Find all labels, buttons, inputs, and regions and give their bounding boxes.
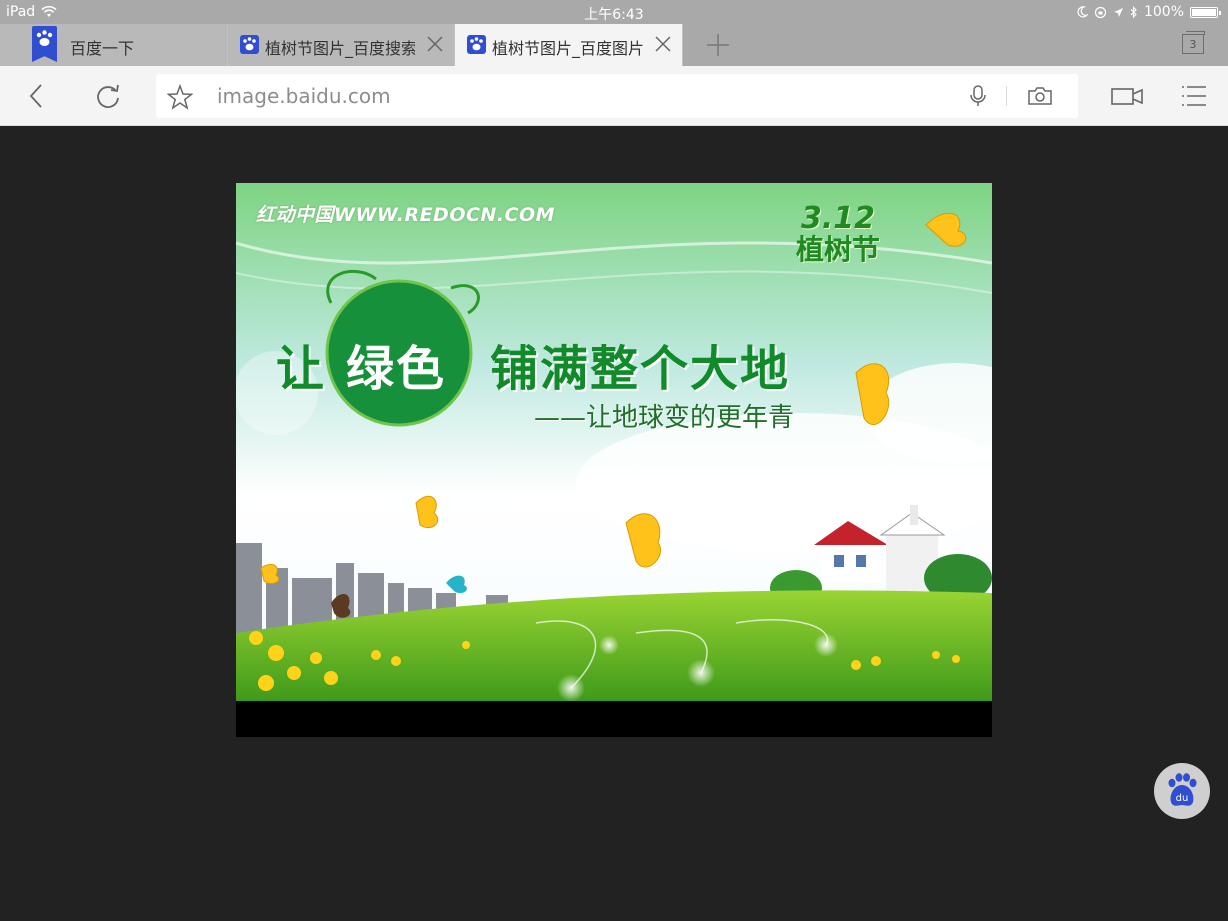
tab-baidu-home[interactable]: 百度一下 xyxy=(0,24,228,66)
orientation-lock-icon xyxy=(1094,6,1107,18)
reload-icon[interactable] xyxy=(94,82,122,110)
menu-icon[interactable] xyxy=(1180,82,1208,110)
headline-part-1: 让 xyxy=(276,341,327,397)
baidu-paw-icon xyxy=(240,35,259,54)
browser-toolbar xyxy=(0,66,1228,126)
tab-strip: 百度一下 植树节图片_百度搜索 植树节图片_百度图片 3 xyxy=(0,24,1228,66)
image-viewer[interactable]: 红动中国WWW.REDOCN.COM 3.12 植树节 让 绿色 铺满整个大地 … xyxy=(236,183,992,737)
bluetooth-icon xyxy=(1130,5,1137,18)
address-bar[interactable] xyxy=(156,74,1078,118)
status-bar: iPad 上午6:43 100% xyxy=(0,0,1228,24)
moon-icon xyxy=(1077,6,1088,18)
baidu-paw-icon xyxy=(467,35,486,54)
divider xyxy=(1006,86,1007,106)
battery-icon xyxy=(1190,6,1221,18)
camera-icon[interactable] xyxy=(1027,84,1053,108)
badge-date: 3.12 xyxy=(800,201,876,236)
badge-name: 植树节 xyxy=(796,233,881,266)
tab-search-results[interactable]: 植树节图片_百度搜索 xyxy=(228,24,455,66)
star-icon[interactable] xyxy=(167,84,193,110)
close-icon[interactable] xyxy=(654,35,672,53)
baidu-floating-button[interactable]: du xyxy=(1154,763,1210,819)
tab-label: 植树节图片_百度搜索 xyxy=(265,39,415,58)
video-icon[interactable] xyxy=(1111,82,1143,110)
arbor-day-poster: 红动中国WWW.REDOCN.COM 3.12 植树节 让 绿色 铺满整个大地 … xyxy=(236,183,992,701)
location-icon xyxy=(1113,7,1123,17)
close-icon[interactable] xyxy=(426,35,444,53)
battery-percent: 100% xyxy=(1143,4,1184,20)
clock: 上午6:43 xyxy=(584,7,644,23)
plus-icon[interactable] xyxy=(706,33,730,57)
baidu-paw-icon xyxy=(32,26,57,62)
url-input[interactable] xyxy=(217,84,817,108)
arbor-day-badge: 3.12 植树节 xyxy=(796,203,880,265)
headline-part-3: 铺满整个大地 xyxy=(490,341,791,397)
tab-label: 植树节图片_百度图片 xyxy=(492,39,644,58)
watermark-text: 红动中国WWW.REDOCN.COM xyxy=(256,204,556,226)
tab-image-results[interactable]: 植树节图片_百度图片 xyxy=(455,24,683,66)
svg-text:du: du xyxy=(1176,793,1189,804)
headline-part-2: 绿色 xyxy=(346,341,447,397)
back-icon[interactable] xyxy=(24,82,52,110)
tabs-icon[interactable]: 3 xyxy=(1182,31,1205,54)
microphone-icon[interactable] xyxy=(966,84,990,108)
baidu-paw-icon: du xyxy=(1168,773,1197,806)
poster-subline: ——让地球变的更年青 xyxy=(534,403,795,433)
tab-label: 百度一下 xyxy=(70,39,135,58)
